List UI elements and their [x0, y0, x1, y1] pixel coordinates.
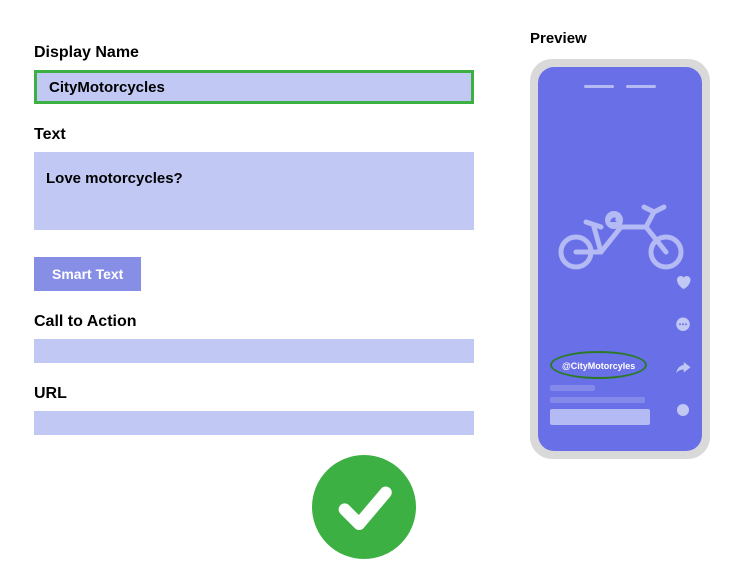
motorcycle-icon — [546, 192, 696, 272]
phone-screen: @CityMotorcyles — [538, 67, 702, 451]
url-label: URL — [34, 385, 474, 403]
phone-mockup: @CityMotorcyles — [530, 59, 710, 459]
preview-handle: @CityMotorcyles — [562, 361, 635, 371]
url-input[interactable] — [34, 411, 474, 435]
display-name-input[interactable] — [34, 70, 474, 104]
comment-icon — [674, 316, 692, 339]
caption-placeholder — [550, 385, 595, 391]
success-checkmark-icon — [312, 455, 416, 559]
caption-placeholder — [550, 397, 645, 403]
profile-dot-icon — [675, 402, 691, 423]
smart-text-button[interactable]: Smart Text — [34, 257, 141, 291]
share-icon — [674, 359, 692, 382]
display-name-label: Display Name — [34, 44, 474, 62]
text-input[interactable] — [34, 152, 474, 230]
preview-label: Preview — [530, 30, 730, 47]
text-label: Text — [34, 126, 474, 144]
handle-highlight: @CityMotorcyles — [550, 351, 647, 379]
cta-label: Call to Action — [34, 313, 474, 331]
cta-input[interactable] — [34, 339, 474, 363]
heart-icon — [674, 273, 692, 296]
status-indicators — [584, 85, 656, 88]
cta-placeholder — [550, 409, 650, 425]
